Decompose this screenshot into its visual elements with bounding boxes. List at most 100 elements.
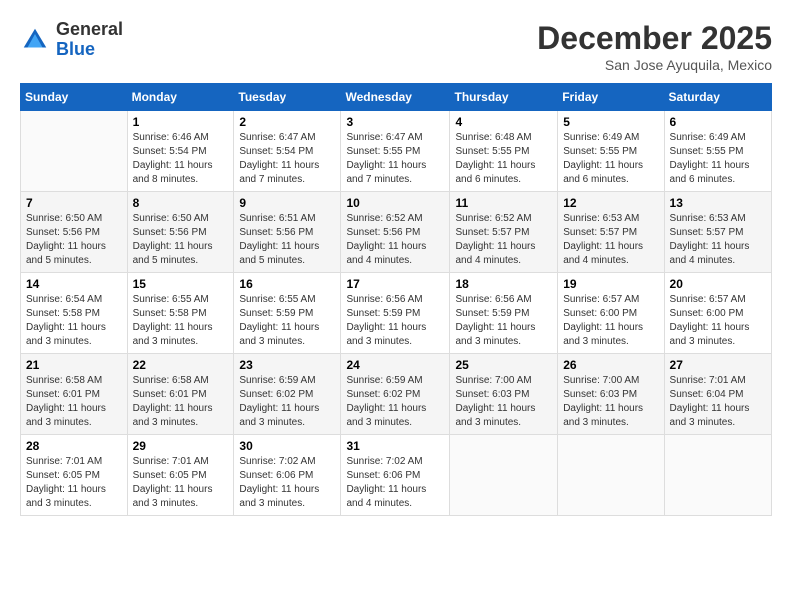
weekday-header: Thursday <box>450 84 558 111</box>
calendar-cell: 30 Sunrise: 7:02 AMSunset: 6:06 PMDaylig… <box>234 435 341 516</box>
day-number: 17 <box>346 277 444 291</box>
day-number: 5 <box>563 115 658 129</box>
day-info: Sunrise: 6:52 AMSunset: 5:56 PMDaylight:… <box>346 212 444 268</box>
day-number: 7 <box>26 196 122 210</box>
calendar-cell <box>21 111 128 192</box>
month-title: December 2025 <box>537 20 772 57</box>
day-number: 31 <box>346 439 444 453</box>
calendar-cell <box>558 435 664 516</box>
day-info: Sunrise: 6:54 AMSunset: 5:58 PMDaylight:… <box>26 293 122 349</box>
day-number: 19 <box>563 277 658 291</box>
calendar-cell: 7 Sunrise: 6:50 AMSunset: 5:56 PMDayligh… <box>21 192 128 273</box>
day-number: 2 <box>239 115 335 129</box>
day-number: 15 <box>133 277 229 291</box>
day-number: 1 <box>133 115 229 129</box>
calendar-cell: 5 Sunrise: 6:49 AMSunset: 5:55 PMDayligh… <box>558 111 664 192</box>
calendar-cell: 26 Sunrise: 7:00 AMSunset: 6:03 PMDaylig… <box>558 354 664 435</box>
day-info: Sunrise: 6:53 AMSunset: 5:57 PMDaylight:… <box>563 212 658 268</box>
day-info: Sunrise: 6:53 AMSunset: 5:57 PMDaylight:… <box>670 212 766 268</box>
day-info: Sunrise: 6:57 AMSunset: 6:00 PMDaylight:… <box>670 293 766 349</box>
day-info: Sunrise: 6:49 AMSunset: 5:55 PMDaylight:… <box>670 131 766 187</box>
day-number: 12 <box>563 196 658 210</box>
logo: General Blue <box>20 20 123 60</box>
calendar-cell <box>664 435 771 516</box>
calendar-cell: 6 Sunrise: 6:49 AMSunset: 5:55 PMDayligh… <box>664 111 771 192</box>
calendar-cell: 12 Sunrise: 6:53 AMSunset: 5:57 PMDaylig… <box>558 192 664 273</box>
location: San Jose Ayuquila, Mexico <box>537 57 772 73</box>
calendar-cell: 2 Sunrise: 6:47 AMSunset: 5:54 PMDayligh… <box>234 111 341 192</box>
day-info: Sunrise: 6:52 AMSunset: 5:57 PMDaylight:… <box>455 212 552 268</box>
day-info: Sunrise: 6:51 AMSunset: 5:56 PMDaylight:… <box>239 212 335 268</box>
day-number: 13 <box>670 196 766 210</box>
day-number: 3 <box>346 115 444 129</box>
day-number: 30 <box>239 439 335 453</box>
day-info: Sunrise: 6:58 AMSunset: 6:01 PMDaylight:… <box>133 374 229 430</box>
day-info: Sunrise: 6:56 AMSunset: 5:59 PMDaylight:… <box>455 293 552 349</box>
calendar-cell: 16 Sunrise: 6:55 AMSunset: 5:59 PMDaylig… <box>234 273 341 354</box>
calendar-week-row: 21 Sunrise: 6:58 AMSunset: 6:01 PMDaylig… <box>21 354 772 435</box>
day-info: Sunrise: 6:59 AMSunset: 6:02 PMDaylight:… <box>346 374 444 430</box>
day-number: 6 <box>670 115 766 129</box>
calendar-week-row: 1 Sunrise: 6:46 AMSunset: 5:54 PMDayligh… <box>21 111 772 192</box>
day-number: 4 <box>455 115 552 129</box>
calendar-cell: 10 Sunrise: 6:52 AMSunset: 5:56 PMDaylig… <box>341 192 450 273</box>
calendar-table: SundayMondayTuesdayWednesdayThursdayFrid… <box>20 83 772 516</box>
weekday-header: Sunday <box>21 84 128 111</box>
calendar-cell: 31 Sunrise: 7:02 AMSunset: 6:06 PMDaylig… <box>341 435 450 516</box>
day-number: 18 <box>455 277 552 291</box>
day-info: Sunrise: 6:46 AMSunset: 5:54 PMDaylight:… <box>133 131 229 187</box>
day-info: Sunrise: 7:01 AMSunset: 6:05 PMDaylight:… <box>26 455 122 511</box>
day-info: Sunrise: 7:01 AMSunset: 6:05 PMDaylight:… <box>133 455 229 511</box>
weekday-header: Friday <box>558 84 664 111</box>
calendar-cell: 14 Sunrise: 6:54 AMSunset: 5:58 PMDaylig… <box>21 273 128 354</box>
day-info: Sunrise: 6:57 AMSunset: 6:00 PMDaylight:… <box>563 293 658 349</box>
calendar-cell: 17 Sunrise: 6:56 AMSunset: 5:59 PMDaylig… <box>341 273 450 354</box>
day-info: Sunrise: 6:56 AMSunset: 5:59 PMDaylight:… <box>346 293 444 349</box>
logo-icon <box>20 25 50 55</box>
calendar-cell: 27 Sunrise: 7:01 AMSunset: 6:04 PMDaylig… <box>664 354 771 435</box>
day-info: Sunrise: 6:47 AMSunset: 5:54 PMDaylight:… <box>239 131 335 187</box>
day-number: 28 <box>26 439 122 453</box>
day-info: Sunrise: 6:48 AMSunset: 5:55 PMDaylight:… <box>455 131 552 187</box>
day-number: 14 <box>26 277 122 291</box>
day-info: Sunrise: 6:55 AMSunset: 5:58 PMDaylight:… <box>133 293 229 349</box>
day-info: Sunrise: 6:50 AMSunset: 5:56 PMDaylight:… <box>26 212 122 268</box>
calendar-cell: 28 Sunrise: 7:01 AMSunset: 6:05 PMDaylig… <box>21 435 128 516</box>
day-info: Sunrise: 6:58 AMSunset: 6:01 PMDaylight:… <box>26 374 122 430</box>
day-number: 23 <box>239 358 335 372</box>
calendar-cell: 22 Sunrise: 6:58 AMSunset: 6:01 PMDaylig… <box>127 354 234 435</box>
day-info: Sunrise: 6:59 AMSunset: 6:02 PMDaylight:… <box>239 374 335 430</box>
day-number: 22 <box>133 358 229 372</box>
calendar-cell: 24 Sunrise: 6:59 AMSunset: 6:02 PMDaylig… <box>341 354 450 435</box>
weekday-header: Wednesday <box>341 84 450 111</box>
calendar-cell: 4 Sunrise: 6:48 AMSunset: 5:55 PMDayligh… <box>450 111 558 192</box>
calendar-cell: 18 Sunrise: 6:56 AMSunset: 5:59 PMDaylig… <box>450 273 558 354</box>
calendar-cell: 1 Sunrise: 6:46 AMSunset: 5:54 PMDayligh… <box>127 111 234 192</box>
calendar-cell: 15 Sunrise: 6:55 AMSunset: 5:58 PMDaylig… <box>127 273 234 354</box>
weekday-header: Monday <box>127 84 234 111</box>
day-info: Sunrise: 7:01 AMSunset: 6:04 PMDaylight:… <box>670 374 766 430</box>
calendar-cell <box>450 435 558 516</box>
day-number: 25 <box>455 358 552 372</box>
calendar-cell: 20 Sunrise: 6:57 AMSunset: 6:00 PMDaylig… <box>664 273 771 354</box>
day-info: Sunrise: 6:50 AMSunset: 5:56 PMDaylight:… <box>133 212 229 268</box>
calendar-cell: 25 Sunrise: 7:00 AMSunset: 6:03 PMDaylig… <box>450 354 558 435</box>
calendar-cell: 29 Sunrise: 7:01 AMSunset: 6:05 PMDaylig… <box>127 435 234 516</box>
day-number: 27 <box>670 358 766 372</box>
calendar-cell: 13 Sunrise: 6:53 AMSunset: 5:57 PMDaylig… <box>664 192 771 273</box>
day-number: 20 <box>670 277 766 291</box>
calendar-cell: 11 Sunrise: 6:52 AMSunset: 5:57 PMDaylig… <box>450 192 558 273</box>
page-header: General Blue December 2025 San Jose Ayuq… <box>20 20 772 73</box>
day-number: 26 <box>563 358 658 372</box>
day-info: Sunrise: 7:00 AMSunset: 6:03 PMDaylight:… <box>563 374 658 430</box>
title-section: December 2025 San Jose Ayuquila, Mexico <box>537 20 772 73</box>
day-number: 24 <box>346 358 444 372</box>
day-info: Sunrise: 7:02 AMSunset: 6:06 PMDaylight:… <box>239 455 335 511</box>
calendar-cell: 19 Sunrise: 6:57 AMSunset: 6:00 PMDaylig… <box>558 273 664 354</box>
day-number: 11 <box>455 196 552 210</box>
day-info: Sunrise: 7:02 AMSunset: 6:06 PMDaylight:… <box>346 455 444 511</box>
day-number: 29 <box>133 439 229 453</box>
calendar-week-row: 14 Sunrise: 6:54 AMSunset: 5:58 PMDaylig… <box>21 273 772 354</box>
day-number: 10 <box>346 196 444 210</box>
weekday-header: Saturday <box>664 84 771 111</box>
